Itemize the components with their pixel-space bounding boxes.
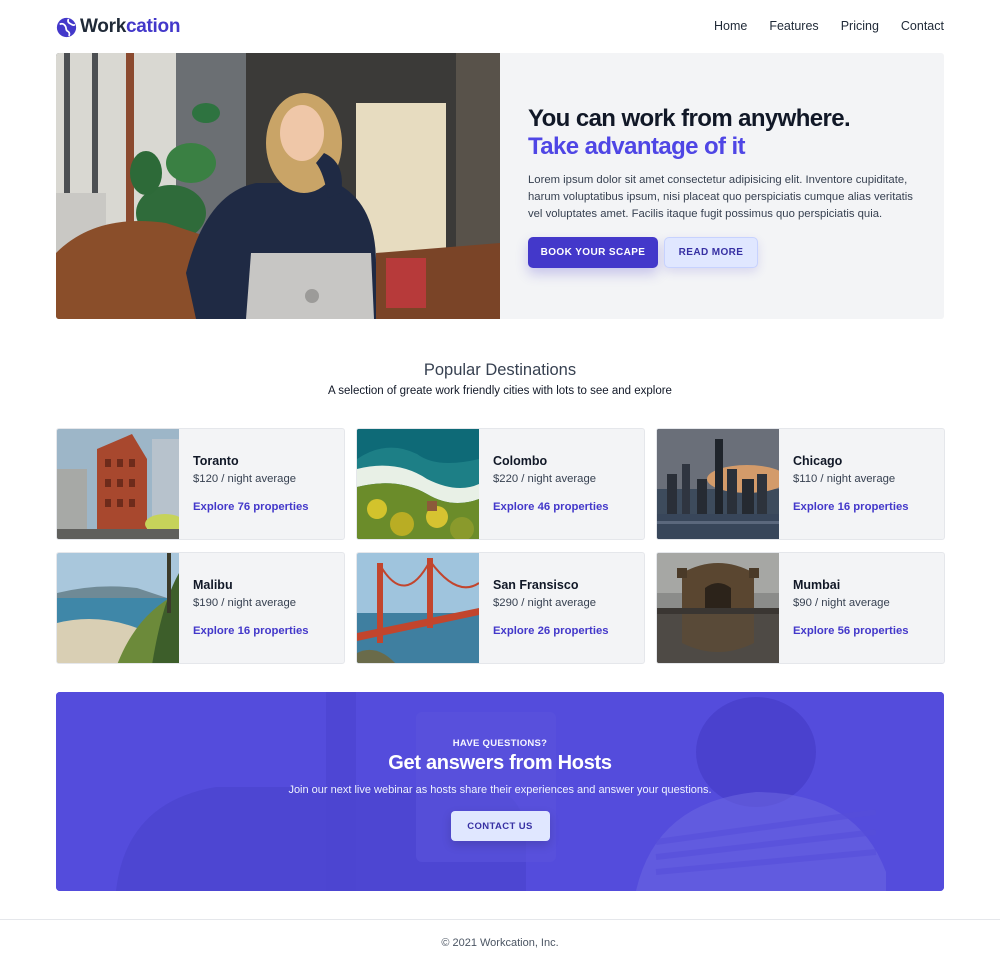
city-price: $290 / night average bbox=[493, 597, 597, 609]
explore-properties-link[interactable]: Explore 16 properties bbox=[793, 501, 909, 513]
chicago-photo bbox=[657, 429, 779, 539]
logo[interactable]: Workcation bbox=[56, 14, 180, 40]
hero-title: You can work from anywhere. bbox=[528, 105, 851, 132]
hero-copy: You can work from anywhere. Take advanta… bbox=[528, 105, 928, 268]
read-more-button[interactable]: Read more bbox=[664, 237, 758, 268]
city-name: Malibu bbox=[193, 578, 233, 592]
city-price: $190 / night average bbox=[193, 597, 297, 609]
city-name: Chicago bbox=[793, 454, 843, 468]
mumbai-photo bbox=[657, 553, 779, 663]
explore-properties-link[interactable]: Explore 56 properties bbox=[793, 625, 909, 637]
site-header: Workcation Home Features Pricing Contact bbox=[56, 14, 944, 40]
nav-home[interactable]: Home bbox=[714, 19, 747, 33]
colombo-photo bbox=[357, 429, 479, 539]
city-name: Toranto bbox=[193, 454, 239, 468]
globe-logo-icon bbox=[56, 17, 77, 37]
main-nav: Home Features Pricing Contact bbox=[692, 19, 944, 33]
card-body: Colombo $220 / night average Explore 46 … bbox=[493, 454, 609, 513]
explore-properties-link[interactable]: Explore 16 properties bbox=[193, 625, 309, 637]
cta-content: Have questions? Get answers from Hosts J… bbox=[56, 738, 944, 841]
hero-title-accent: Take advantage of it bbox=[528, 133, 746, 160]
card-body: Toranto $120 / night average Explore 76 … bbox=[193, 454, 309, 513]
destination-card-toranto[interactable]: Toranto $120 / night average Explore 76 … bbox=[56, 428, 345, 540]
contact-us-button[interactable]: Contact us bbox=[450, 811, 550, 841]
destination-card-colombo[interactable]: Colombo $220 / night average Explore 46 … bbox=[356, 428, 645, 540]
site-footer: © 2021 Workcation, Inc. bbox=[0, 919, 1000, 965]
city-price: $110 / night average bbox=[793, 473, 896, 485]
nav-pricing[interactable]: Pricing bbox=[841, 19, 879, 33]
card-body: Malibu $190 / night average Explore 16 p… bbox=[193, 578, 309, 637]
cta-text: Join our next live webinar as hosts shar… bbox=[288, 784, 712, 796]
card-body: Chicago $110 / night average Explore 16 … bbox=[793, 454, 909, 513]
san-fransisco-photo bbox=[357, 553, 479, 663]
brand-name: Workcation bbox=[80, 16, 181, 37]
explore-properties-link[interactable]: Explore 46 properties bbox=[493, 501, 609, 513]
destinations-title: Popular Destinations bbox=[423, 361, 577, 379]
city-price: $220 / night average bbox=[493, 473, 597, 485]
destinations-subtitle: A selection of greate work friendly citi… bbox=[328, 385, 672, 397]
hero-photo-woman-on-phone bbox=[56, 53, 500, 319]
cta-banner: Have questions? Get answers from Hosts J… bbox=[56, 692, 944, 891]
toranto-photo bbox=[57, 429, 179, 539]
cta-eyebrow: Have questions? bbox=[452, 738, 548, 749]
copyright-text: © 2021 Workcation, Inc. bbox=[441, 936, 559, 949]
city-price: $120 / night average bbox=[193, 473, 297, 485]
cta-title: Get answers from Hosts bbox=[388, 752, 612, 774]
card-body: Mumbai $90 / night average Explore 56 pr… bbox=[793, 578, 909, 637]
destination-card-san-fransisco[interactable]: San Fransisco $290 / night average Explo… bbox=[356, 552, 645, 664]
book-your-scape-button[interactable]: Book your scape bbox=[528, 237, 658, 268]
nav-features[interactable]: Features bbox=[769, 19, 818, 33]
city-price: $90 / night average bbox=[793, 597, 890, 609]
explore-properties-link[interactable]: Explore 26 properties bbox=[493, 625, 609, 637]
destination-card-malibu[interactable]: Malibu $190 / night average Explore 16 p… bbox=[56, 552, 345, 664]
hero-section: You can work from anywhere. Take advanta… bbox=[56, 53, 944, 319]
hero-description: Lorem ipsum dolor sit amet consectetur a… bbox=[528, 174, 913, 220]
nav-contact[interactable]: Contact bbox=[901, 19, 944, 33]
destination-card-mumbai[interactable]: Mumbai $90 / night average Explore 56 pr… bbox=[656, 552, 945, 664]
city-name: Colombo bbox=[493, 454, 548, 468]
explore-properties-link[interactable]: Explore 76 properties bbox=[193, 501, 309, 513]
malibu-photo bbox=[57, 553, 179, 663]
hero-buttons: Book your scape Read more bbox=[528, 237, 928, 268]
card-body: San Fransisco $290 / night average Explo… bbox=[493, 578, 609, 637]
destination-card-chicago[interactable]: Chicago $110 / night average Explore 16 … bbox=[656, 428, 945, 540]
city-name: Mumbai bbox=[793, 578, 841, 592]
city-name: San Fransisco bbox=[493, 578, 579, 592]
